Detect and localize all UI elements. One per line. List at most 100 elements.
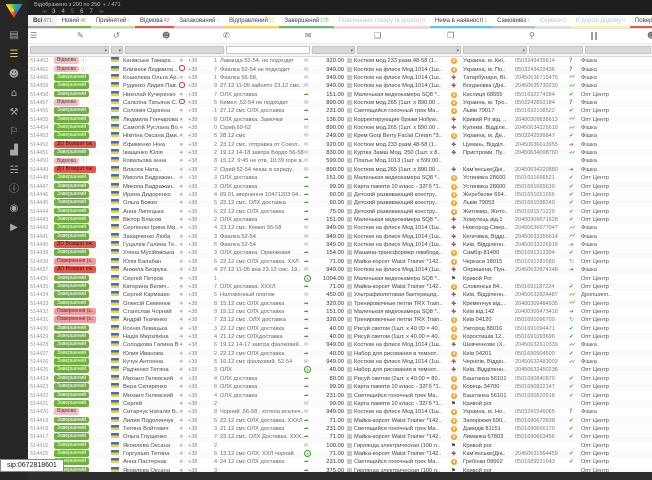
tab-9[interactable]: Самовивіз2 [492,15,535,28]
filter-input-1[interactable]: ▼ [111,46,123,54]
tab-all[interactable]: Всі471 [28,15,57,28]
phone-column-icon[interactable]: ✆ [223,31,230,41]
table-row[interactable]: 514434ЗавершенийСергей Кармазин✳+385Нало… [28,291,652,299]
table-row[interactable]: 514442ЗавершенийСергіонко Ірина Ми..✳+38… [28,224,652,232]
table-row[interactable]: 514428ЗавершенийСолодкова Галина В..✳+38… [28,341,652,349]
table-row[interactable]: 514456ЗавершенийСоломія Сідоніна✳+38-127… [28,107,652,115]
table-row[interactable]: 514432Повернення (з..Станіслав Чорний✳+3… [28,308,652,316]
filter-input-7[interactable] [529,46,583,54]
warehouse-icon[interactable]: ⌂ [4,86,24,102]
table-row[interactable]: 514451ЗавершенийІващенко Юлія✳+38219.12 … [28,149,652,157]
settings-sliders-icon[interactable]: ☵ [4,163,24,179]
filter-input-3[interactable] [226,46,310,54]
tab-8[interactable]: Нема в наявності1 [430,15,492,28]
table-row[interactable]: 514452ДО Возврат ож.Єфименко Ніна✳+38223… [28,141,652,149]
info-icon[interactable]: ⓘ [4,182,24,198]
table-row[interactable]: 514431Повернення (з..Андрій Ткаченко✳+38… [28,316,652,324]
table-row[interactable]: 514430ЗавершенийКсенія Левицька✳+38322.1… [28,325,652,333]
filter-input-2[interactable] [125,46,224,54]
table-row[interactable]: 514444ЗавершенийАнна Липецька✳+38622.12 … [28,207,652,215]
product-column-icon[interactable]: ❒ [447,31,454,41]
payment-column-icon[interactable]: ❑ [374,31,381,41]
manager-column-icon[interactable]: ☻ [647,31,652,41]
filter-input-6[interactable]: ▼ [463,46,527,54]
tab-10[interactable]: Сервіси0 [535,15,571,28]
table-row[interactable]: 514414ЗавершенийАнна Пастернак✳+38424.12… [28,458,652,466]
campaigns-icon[interactable]: ⚐ [4,124,24,140]
table-row[interactable]: 514455ЗавершенийЛюдмила Гончарова✳+388ОЛ… [28,116,652,124]
tab-3[interactable]: Відмова42 [135,15,174,28]
table-row[interactable]: 514420ВідмоваСитарчук Наталія В..✳+388Чо… [28,408,652,416]
table-row[interactable]: 514441ЗавершенийЗахарченко Люба✳+383Фиал… [28,233,652,241]
tab-7[interactable]: Повернення товару (в дорозі)0 [334,15,430,28]
table-row[interactable]: 514457ВідмоваСалєгіна Татьяна С..+385Кем… [28,99,652,107]
purchases-icon[interactable]: ⚒ [4,105,24,121]
table-row[interactable]: 514437ДО Возврат ож.Анжела Безрука✳+3842… [28,266,652,274]
info-icon[interactable]: ⓘ [81,58,87,64]
tab-4[interactable]: Запакований1 [174,15,224,28]
filter-input-8[interactable] [585,46,651,54]
table-row[interactable]: 514448ЗавершенийМикола Бадражан..✳+383ОЛ… [28,174,652,182]
table-row[interactable]: 514427ЗавершенийЮлия Иванова✳+38222.12 с… [28,350,652,358]
info-icon[interactable]: ⓘ [81,158,87,164]
table-row[interactable]: 514460ЗавершенийКошелева Ольга Ар..✳+381… [28,74,652,82]
theme-icon[interactable]: ◉ [4,201,24,217]
id-card-icon[interactable]: ▤ [4,28,24,44]
table-row[interactable]: 514436ЗавершенийСергей Петров✳+381$1004.… [28,274,652,282]
tab-5[interactable]: Відправлений12 [224,15,279,28]
first-page-button[interactable]: «« [42,9,46,15]
table-row[interactable]: 514418ЗавершенийТетяна Войтович✳+38321.1… [28,425,652,433]
page-button-7[interactable]: 7 [90,9,93,15]
table-row[interactable]: 514421ЗавершенийСергей✳+382✉99.00Карта п… [28,400,652,408]
table-row[interactable]: 514417ЗавершенийОльга Глущенко✳+38723.12… [28,433,652,441]
filter-input-5[interactable]: ▼ [357,46,461,54]
table-row[interactable]: 514426ЗавершенийКучук Антоніна✳+38516.12… [28,358,652,366]
table-row[interactable]: 514449ДО Возврат ож.Власюк Ната..✳+382Сі… [28,166,652,174]
table-row[interactable]: 514446ЗавершенийИрина Дидоренко✳+38409.0… [28,191,652,199]
table-row[interactable]: 514423ЗавершенийВера Скляренко✳+386ОЛХ д… [28,383,652,391]
page-button-3[interactable]: 3 [52,9,55,15]
tab-6[interactable]: Завершений278 [279,15,333,28]
app-logo[interactable] [6,4,23,18]
address-column-icon[interactable]: ⚲ [529,31,535,41]
table-row[interactable]: 514435ЗавершенийКатерина Велич..✳+387ОЛХ… [28,283,652,291]
table-row[interactable]: 514450ВідмоваⓘКовальова анна✳+38815.12. … [28,157,652,165]
table-row[interactable]: 514416ЗавершенийЯковлева Оксана✳+382✉100… [28,442,652,450]
statistics-icon[interactable]: ▟ [4,143,24,159]
status-column-icon[interactable]: ☰ [30,31,37,41]
table-row[interactable]: 514459ЗавершенийРуденко Лидия Пав..+3892… [28,82,652,90]
table-row[interactable]: 514419ЗавершенийЛилия Подолянчук✳+38522.… [28,416,652,424]
table-row[interactable]: 514445ЗавершенийОльга Божко✳+38523.12 см… [28,199,652,207]
filter-input-0[interactable]: ▼ [30,46,109,54]
table-row[interactable]: 514422ЗавершенийМихаил Гилевский✳+384ОЛХ… [28,391,652,399]
video-tutorials-icon[interactable]: ▶ [4,220,24,236]
comment-column-icon[interactable]: ✉ [305,31,312,41]
orders-list-icon[interactable]: ☰ [4,47,24,63]
info-icon[interactable]: ⓘ [81,67,87,73]
tab-1[interactable]: Новий48 [57,15,91,28]
page-button-5[interactable]: 5 [71,9,74,15]
table-row[interactable]: 514429ЗавершенийНадія Мерзлікіна✳+38421.… [28,333,652,341]
table-row[interactable]: 514425ЗавершенийРадченко Тетяна✳+383ОЛХ$… [28,366,652,374]
tab-2[interactable]: Прийнятий7 [91,15,135,28]
page-button-4[interactable]: 4 [61,9,64,15]
clients-icon[interactable]: ☻ [4,67,24,83]
table-row[interactable]: 514438Повернення (з..Юлія Балабан✳+38622… [28,258,652,266]
ttn-column-icon[interactable]: ‖‖ [590,31,598,41]
page-button-6[interactable]: 6 [80,9,83,15]
table-row[interactable]: 514447ЗавершенийМикола Бадражан..✳+383ОЛ… [28,182,652,190]
table-row[interactable]: 514424ЗавершенийМихаил Гилевский✳+384ОЛХ… [28,375,652,383]
edit-column-icon[interactable]: ✎ [77,31,84,41]
clients-column-icon[interactable]: ☻ [162,31,170,41]
last-page-button[interactable]: »» [99,9,103,15]
table-row[interactable]: 514443ЗавершенийВіктор Власов✳+382ОЛХ до… [28,216,652,224]
table-row[interactable]: 514440ДО Возврат ож.Гуцалюк Галина Те..✳… [28,241,652,249]
table-row[interactable]: 514458ЗавершенийНиколай Кучеренко✳+387ОЛ… [28,90,652,98]
page-size-caret-icon[interactable]: ▼ [102,2,106,7]
table-row[interactable]: 514415ЗавершенийГоргулько Тетяна✳+38613.… [28,450,652,458]
table-row[interactable]: 514461ВідмоваⓘБлизнюк Людмила ..+387Фиал… [28,65,652,73]
filter-input-4[interactable]: ▼ [312,46,355,54]
table-row[interactable]: 514439ЗавершенийУляна Мусійовська✳+383ОЛ… [28,249,652,257]
table-row[interactable]: 514454ЗавершенийСамотій Руслана Во..✳+38… [28,124,652,132]
callback-column-icon[interactable]: ↺ [113,31,120,41]
